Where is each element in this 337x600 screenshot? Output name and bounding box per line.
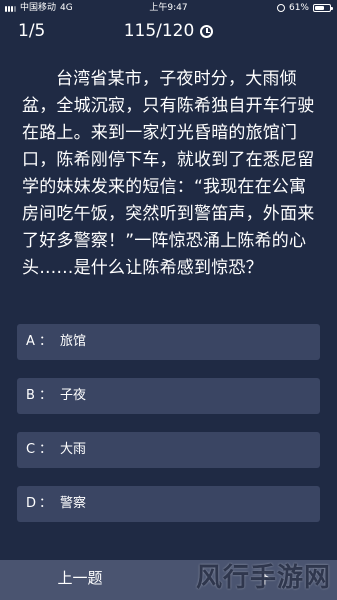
option-d[interactable]: D ： 警察 bbox=[17, 486, 320, 522]
status-bar: 中国移动 4G 上午9:47 61% bbox=[0, 0, 337, 16]
battery-icon bbox=[313, 4, 333, 12]
option-letter: B bbox=[26, 388, 35, 403]
option-text: 子夜 bbox=[60, 388, 87, 403]
clock-icon bbox=[200, 25, 214, 38]
next-question-button[interactable]: 下 bbox=[225, 560, 305, 600]
quiz-header: 1/5 115/120 bbox=[0, 18, 337, 44]
previous-question-button[interactable]: 上一题 bbox=[40, 560, 120, 600]
option-text: 大雨 bbox=[60, 442, 87, 457]
option-a[interactable]: A ： 旅馆 bbox=[17, 324, 320, 360]
option-letter: D bbox=[26, 496, 37, 511]
option-separator: ： bbox=[39, 334, 53, 349]
timer-value: 115/120 bbox=[123, 21, 195, 41]
option-letter: C bbox=[26, 442, 36, 457]
battery-fill bbox=[315, 6, 324, 10]
option-separator: ： bbox=[39, 388, 53, 403]
option-text: 旅馆 bbox=[60, 334, 87, 349]
option-letter: A bbox=[26, 334, 35, 349]
bottom-nav-bar: 上一题 下 风行手游网 bbox=[0, 560, 337, 600]
option-c[interactable]: C ： 大雨 bbox=[17, 432, 320, 468]
status-right: 61% bbox=[276, 0, 333, 16]
option-text: 警察 bbox=[60, 496, 87, 511]
option-separator: ： bbox=[39, 496, 53, 511]
option-separator: ： bbox=[39, 442, 53, 457]
option-b[interactable]: B ： 子夜 bbox=[17, 378, 320, 414]
battery-percent: 61% bbox=[288, 3, 309, 13]
alarm-icon bbox=[276, 4, 285, 12]
countdown-timer: 115/120 bbox=[0, 18, 337, 44]
question-text: 台湾省某市，子夜时分，大雨倾盆，全城沉寂，只有陈希独自开车行驶在路上。来到一家灯… bbox=[22, 69, 315, 278]
